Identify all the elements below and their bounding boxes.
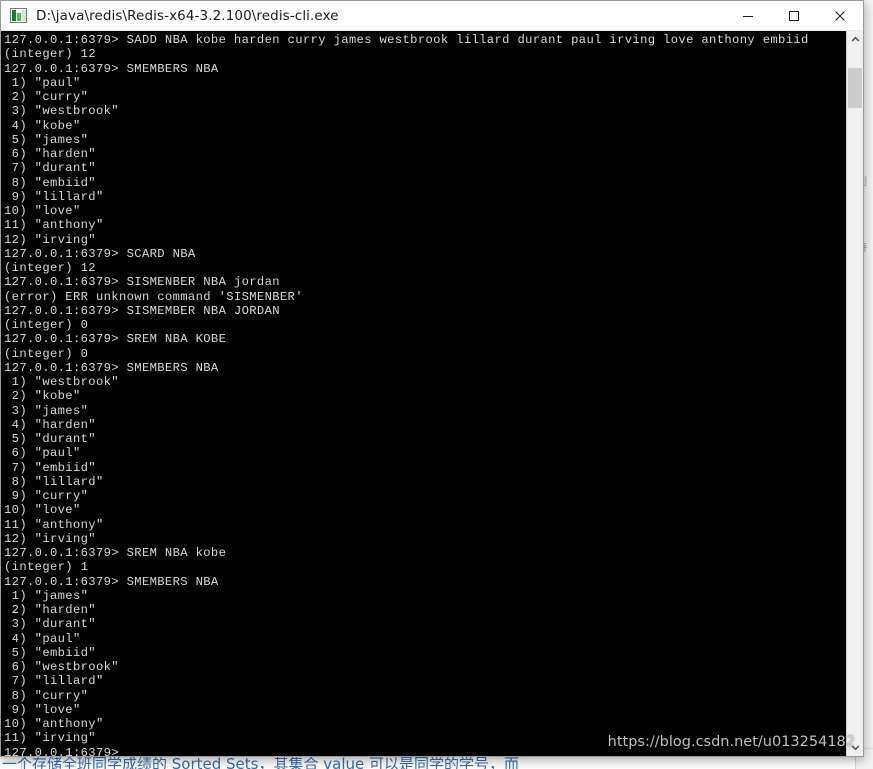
title-bar[interactable]: D:\java\redis\Redis-x64-3.2.100\redis-cl…	[1, 1, 863, 31]
terminal-line: 11) "anthony"	[4, 218, 104, 233]
terminal-line: 127.0.0.1:6379> SADD NBA kobe harden cur…	[4, 33, 809, 47]
terminal-line: 4) "paul"	[4, 631, 81, 646]
terminal-line: 10) "anthony"	[4, 717, 104, 731]
maximize-button[interactable]	[771, 1, 817, 31]
window-title: D:\java\redis\Redis-x64-3.2.100\redis-cl…	[36, 7, 339, 24]
scrollbar-up-button[interactable]	[847, 31, 863, 48]
terminal-line: 11) "irving"	[4, 731, 96, 746]
terminal-line: (integer) 1	[4, 560, 89, 575]
terminal-line: 5) "embiid"	[4, 645, 96, 660]
terminal-area[interactable]: 127.0.0.1:6379> SADD NBA kobe harden cur…	[1, 31, 863, 756]
terminal-line: 127.0.0.1:6379> SMEMBERS NBA	[4, 574, 219, 589]
terminal-line: 127.0.0.1:6379> SREM NBA KOBE	[4, 332, 227, 347]
terminal-line: 9) "curry"	[4, 489, 89, 503]
terminal-line: 5) "james"	[4, 132, 89, 147]
terminal-output[interactable]: 127.0.0.1:6379> SADD NBA kobe harden cur…	[1, 31, 846, 756]
console-scrollbar[interactable]	[846, 31, 863, 756]
terminal-line: 11) "anthony"	[4, 517, 104, 532]
terminal-line: 10) "love"	[4, 503, 81, 518]
terminal-line: 2) "curry"	[4, 90, 89, 104]
terminal-line: (integer) 0	[4, 318, 89, 332]
terminal-line: 12) "irving"	[4, 232, 96, 247]
chevron-down-icon	[851, 745, 859, 751]
scrollbar-thumb[interactable]	[848, 68, 862, 108]
terminal-line: 3) "westbrook"	[4, 104, 119, 119]
terminal-line: 127.0.0.1:6379> SCARD NBA	[4, 246, 196, 261]
terminal-line: 127.0.0.1:6379> SREM NBA kobe	[4, 546, 227, 560]
minimize-button[interactable]	[725, 1, 771, 31]
terminal-line: 8) "curry"	[4, 688, 89, 703]
maximize-icon	[789, 10, 799, 21]
terminal-line: 8) "embiid"	[4, 175, 96, 190]
terminal-line: 7) "embiid"	[4, 460, 96, 475]
terminal-line: 127.0.0.1:6379> SISMENBER NBA jordan	[4, 275, 280, 290]
terminal-line: 127.0.0.1:6379> SISMEMBER NBA JORDAN	[4, 303, 280, 318]
terminal-line: 3) "durant"	[4, 617, 96, 632]
terminal-line: (integer) 12	[4, 47, 96, 62]
terminal-line: 1) "westbrook"	[4, 375, 119, 389]
terminal-line: 10) "love"	[4, 204, 81, 218]
terminal-line: 4) "harden"	[4, 417, 96, 432]
terminal-line: 5) "durant"	[4, 432, 96, 446]
console-app-icon	[10, 8, 27, 23]
terminal-line: 1) "james"	[4, 588, 89, 603]
terminal-line: 7) "durant"	[4, 161, 96, 176]
terminal-line: 9) "lillard"	[4, 189, 104, 204]
chevron-up-icon	[851, 36, 859, 42]
terminal-line: 127.0.0.1:6379> SMEMBERS NBA	[4, 360, 219, 375]
terminal-line: (error) ERR unknown command 'SISMENBER'	[4, 289, 303, 304]
terminal-line: 9) "love"	[4, 702, 81, 717]
terminal-line: 2) "kobe"	[4, 389, 81, 404]
close-icon	[835, 10, 845, 21]
terminal-line: 7) "lillard"	[4, 674, 104, 689]
terminal-line: 8) "lillard"	[4, 474, 104, 489]
scrollbar-down-button[interactable]	[847, 739, 863, 756]
terminal-line: 127.0.0.1:6379>	[4, 745, 119, 757]
terminal-line: 6) "paul"	[4, 446, 81, 461]
terminal-line: (integer) 12	[4, 261, 96, 275]
terminal-line: 127.0.0.1:6379> SMEMBERS NBA	[4, 61, 219, 76]
terminal-line: 6) "harden"	[4, 147, 96, 161]
terminal-line: 2) "harden"	[4, 603, 96, 617]
terminal-line: 3) "james"	[4, 403, 89, 418]
terminal-line: 4) "kobe"	[4, 118, 81, 133]
close-button[interactable]	[817, 1, 863, 31]
terminal-line: 12) "irving"	[4, 531, 96, 546]
terminal-line: 6) "westbrook"	[4, 660, 119, 674]
terminal-line: (integer) 0	[4, 346, 89, 361]
minimize-icon	[743, 15, 753, 17]
scrollbar-track[interactable]	[847, 48, 863, 739]
redis-cli-console-window: D:\java\redis\Redis-x64-3.2.100\redis-cl…	[0, 0, 864, 757]
terminal-line: 1) "paul"	[4, 75, 81, 90]
